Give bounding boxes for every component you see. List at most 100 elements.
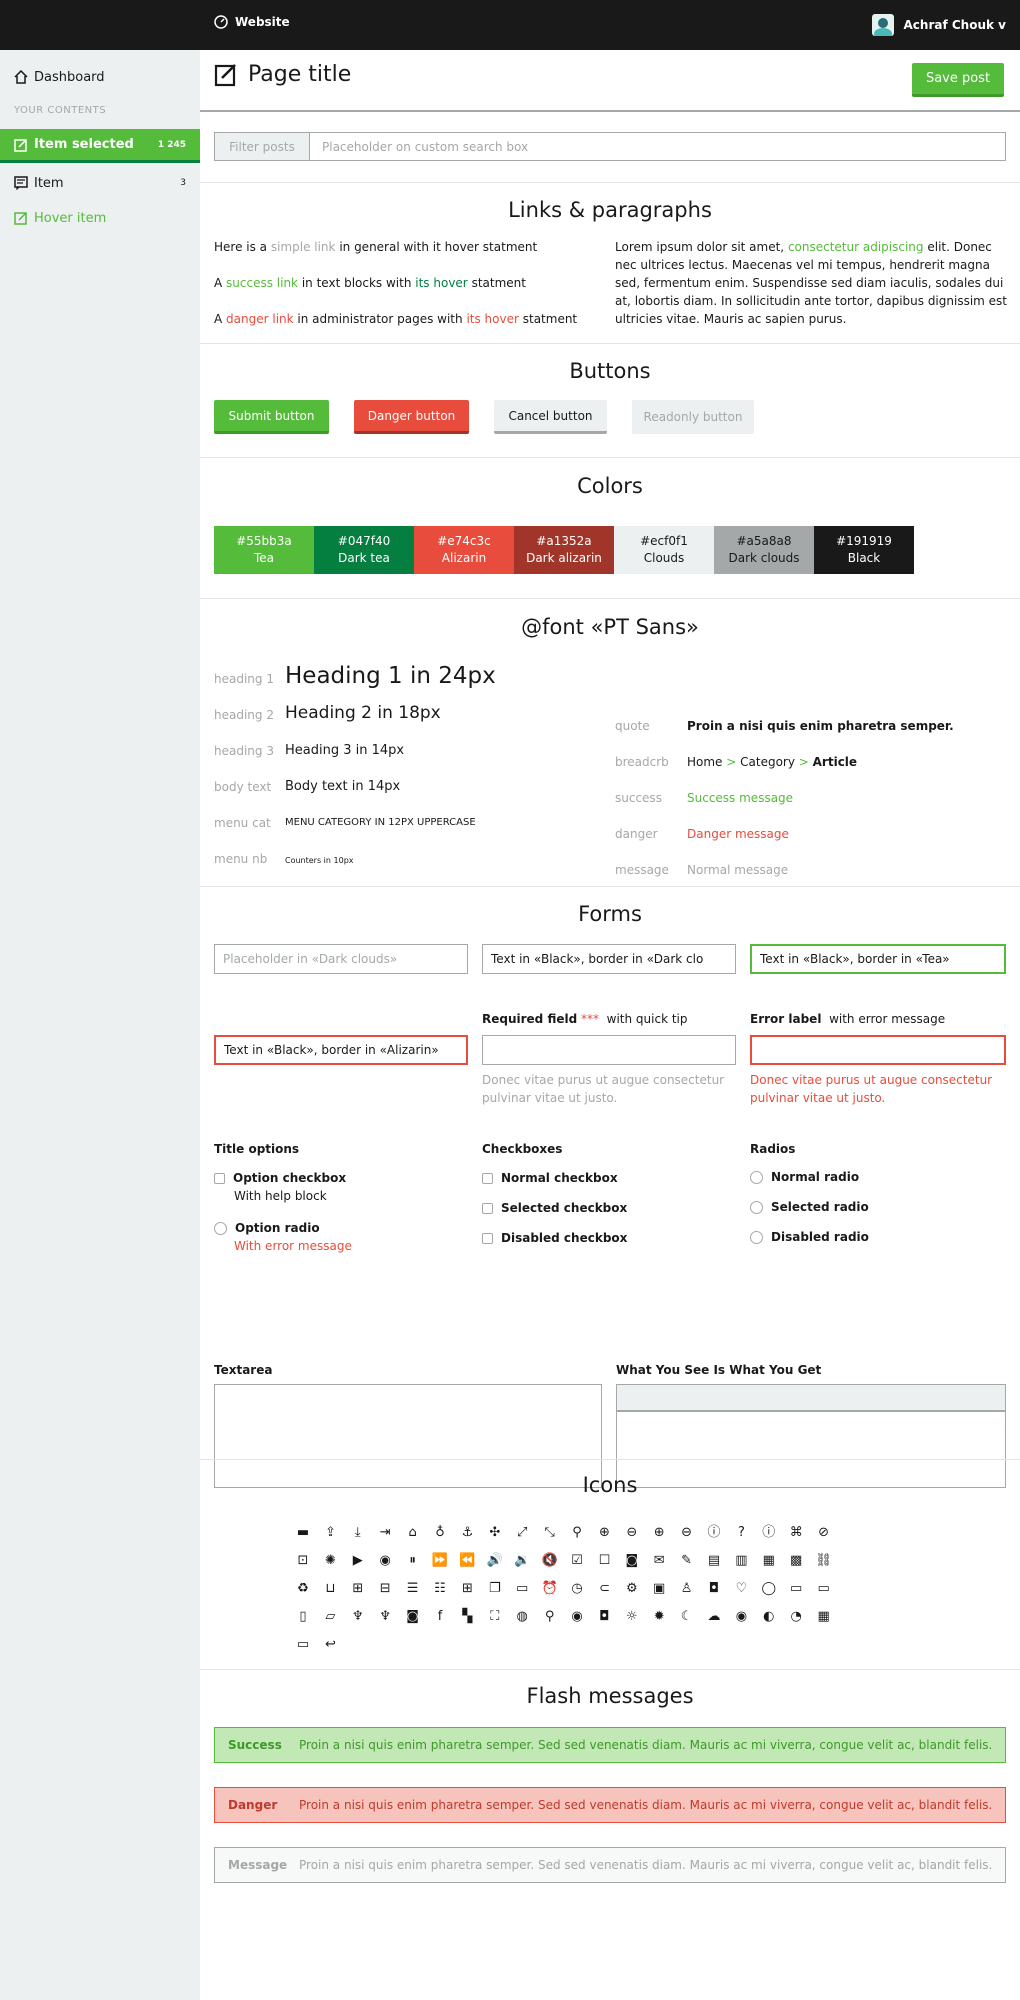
section-divider	[200, 343, 1020, 344]
section-divider	[200, 457, 1020, 458]
text: Lorem ipsum dolor sit amet,	[615, 240, 788, 254]
text: statment	[467, 276, 526, 290]
option-label: Normal radio	[771, 1170, 860, 1184]
success-link-hover[interactable]: its hover	[415, 276, 467, 290]
breadcrumb-home[interactable]: Home	[687, 755, 722, 769]
swatch-hex: #ecf0f1	[640, 534, 688, 548]
download-icon: ⤓	[354, 1524, 361, 1540]
login-icon: ⇥	[379, 1524, 391, 1540]
swatch-hex: #a1352a	[536, 534, 592, 548]
tv-icon: ▭	[296, 1636, 310, 1652]
heart-icon: ♡	[735, 1580, 748, 1596]
book-icon: ⊡	[297, 1552, 309, 1568]
alizarin-input[interactable]	[214, 1035, 468, 1065]
swatch-hex: #047f40	[337, 534, 391, 548]
option-label: Disabled radio	[771, 1230, 869, 1244]
stop-icon: ◉	[379, 1552, 391, 1568]
radio-circle[interactable]	[214, 1221, 227, 1235]
site-brand[interactable]: Website	[214, 15, 290, 29]
zoom-in-icon: ⊕	[598, 1524, 610, 1540]
danger-link[interactable]: danger link	[226, 312, 294, 326]
simple-link[interactable]: simple link	[271, 240, 336, 254]
calendar-icon: ▦	[817, 1608, 830, 1624]
font-label: heading 1	[214, 672, 274, 686]
option-label: Option radio	[235, 1221, 320, 1235]
cloud-icon: ☁	[707, 1608, 721, 1624]
cancel-button[interactable]: Cancel button	[494, 400, 607, 434]
selected-checkbox[interactable]: Selected checkbox	[482, 1201, 627, 1215]
sidebar-item-label: Dashboard	[34, 69, 105, 85]
sidebar-item-hover[interactable]: Hover item	[0, 201, 200, 235]
grid-icon: ⊞	[352, 1580, 364, 1596]
wysiwyg-toolbar[interactable]	[617, 1385, 1005, 1412]
swatch-hex: #e74c3c	[437, 534, 491, 548]
error-field-input[interactable]	[750, 1035, 1006, 1065]
radio-circle[interactable]	[750, 1200, 763, 1214]
breadcrumb: Home > Category > Article	[687, 755, 857, 769]
option-checkbox[interactable]: Option checkbox	[214, 1171, 346, 1185]
pin-icon: ⚲	[544, 1608, 555, 1624]
focus-icon: ⛶	[490, 1608, 500, 1624]
sidebar-item-selected[interactable]: Item selected 1 245	[0, 129, 200, 163]
checkbox-box[interactable]	[482, 1172, 493, 1184]
sidebar-item-label: Hover item	[34, 210, 107, 226]
success-link[interactable]: success link	[226, 276, 298, 290]
checkbox-box[interactable]	[214, 1172, 225, 1184]
checkbox-box[interactable]	[482, 1202, 493, 1214]
title-options-heading: Title options	[214, 1142, 300, 1156]
option-radio[interactable]: Option radio	[214, 1221, 320, 1235]
font-label: menu nb	[214, 852, 268, 866]
danger-button[interactable]: Danger button	[354, 400, 469, 434]
section-divider	[200, 886, 1020, 887]
colors-section-title: Colors	[577, 474, 643, 498]
forms-section-title: Forms	[578, 902, 642, 926]
option-label: Option checkbox	[233, 1171, 347, 1185]
section-divider	[200, 1459, 1020, 1460]
success-link-line: A success link in text blocks with its h…	[214, 274, 526, 292]
color-swatches: #55bb3a Tea #047f40 Dark tea #e74c3c Alizarin…	[214, 526, 914, 574]
page-header: Page title	[214, 62, 351, 87]
forward-icon: ⏩	[431, 1552, 449, 1568]
font-label: danger	[615, 827, 658, 841]
sidebar-item-dashboard[interactable]: Dashboard	[0, 60, 200, 94]
danger-link-hover[interactable]: its hover	[466, 312, 518, 326]
normal-radio[interactable]: Normal radio	[750, 1170, 859, 1184]
filter-posts-button[interactable]: Filter posts	[215, 133, 310, 160]
dashboard-gauge-icon	[214, 15, 228, 29]
normal-checkbox[interactable]: Normal checkbox	[482, 1171, 618, 1185]
tea-input[interactable]	[750, 944, 1006, 974]
rewind-icon: ⏪	[459, 1552, 476, 1568]
mute-icon: 🔇	[541, 1552, 558, 1568]
sidebar-item-label: Item	[34, 175, 64, 191]
danger-message-sample: Danger message	[687, 827, 789, 841]
selected-radio[interactable]: Selected radio	[750, 1200, 869, 1214]
submit-button[interactable]: Submit button	[214, 400, 329, 434]
search-input[interactable]	[310, 133, 1005, 160]
links-section-title: Links & paragraphs	[508, 198, 712, 222]
alert-icon: ⓘ	[707, 1524, 721, 1540]
swatch-hex: #55bb3a	[236, 534, 292, 548]
counter-sample: Counters in 10px	[285, 856, 354, 865]
sidebar-item-item[interactable]: Item 3	[0, 166, 200, 200]
tablet-icon: ▯	[299, 1608, 307, 1624]
chat-icon: ◯	[761, 1580, 777, 1596]
radios-heading: Radios	[750, 1142, 796, 1156]
chat-box-icon: ▭	[790, 1580, 803, 1596]
required-field-input[interactable]	[482, 1035, 736, 1065]
lock-doc-icon: ▦	[762, 1552, 775, 1568]
flash-text: Proin a nisi quis enim pharetra semper. …	[299, 1738, 993, 1752]
wysiwyg-label: What You See Is What You Get	[616, 1363, 822, 1377]
paragraph-link[interactable]: consectetur adipiscing	[788, 240, 924, 254]
radio-circle[interactable]	[750, 1170, 763, 1184]
save-post-button[interactable]: Save post	[912, 63, 1004, 97]
heading-1-sample: Heading 1 in 24px	[285, 663, 496, 689]
user-menu[interactable]: Achraf Chouk v	[871, 14, 1006, 36]
home-icon: ⌂	[408, 1524, 417, 1540]
comment-box-icon: ☐	[598, 1552, 611, 1568]
placeholder-input[interactable]	[214, 944, 468, 974]
flash-type: Danger	[228, 1798, 278, 1812]
dark-clouds-input[interactable]	[482, 944, 736, 974]
breadcrumb-category[interactable]: Category	[740, 755, 795, 769]
fork-knife-icon: ♆	[351, 1608, 364, 1624]
swatch-name: Black	[847, 551, 881, 565]
